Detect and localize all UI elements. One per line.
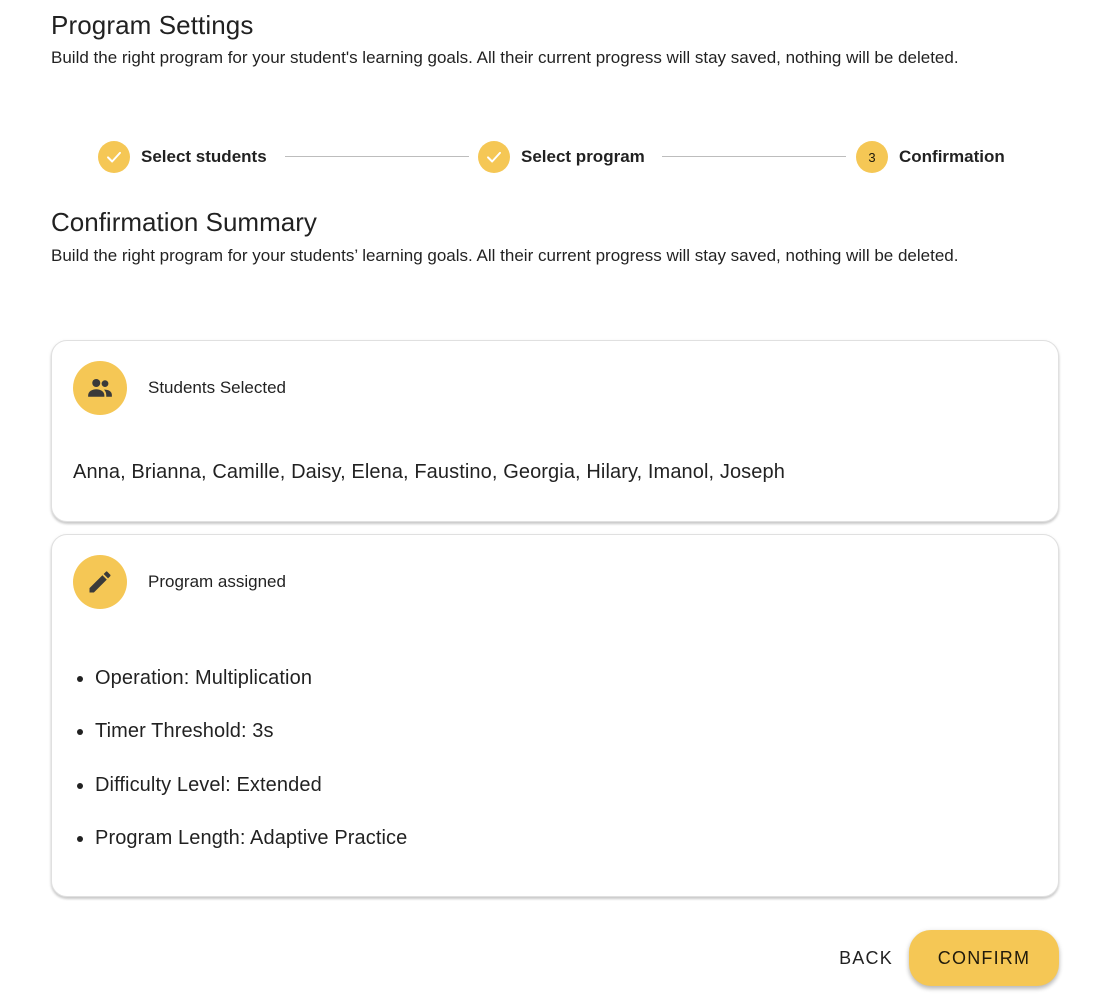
step-confirmation[interactable]: 3 Confirmation <box>856 140 1005 174</box>
step-select-program[interactable]: Select program <box>478 140 645 174</box>
card-header: Program assigned <box>73 555 286 609</box>
students-selected-card: Students Selected Anna, Brianna, Camille… <box>51 340 1059 522</box>
page-title: Program Settings <box>51 10 254 40</box>
step-number: 3 <box>868 149 876 165</box>
program-detail-timer: Timer Threshold: 3s <box>95 716 407 769</box>
program-detail-difficulty: Difficulty Level: Extended <box>95 770 407 823</box>
program-detail-operation: Operation: Multiplication <box>95 663 407 716</box>
program-assigned-card: Program assigned Operation: Multiplicati… <box>51 534 1059 897</box>
program-detail-length: Program Length: Adaptive Practice <box>95 823 407 876</box>
step-number-badge: 3 <box>856 141 888 173</box>
check-icon <box>98 141 130 173</box>
confirm-button[interactable]: CONFIRM <box>909 930 1059 986</box>
summary-description: Build the right program for your student… <box>51 246 959 265</box>
program-details-list: Operation: Multiplication Timer Threshol… <box>73 663 407 876</box>
selected-students-list: Anna, Brianna, Camille, Daisy, Elena, Fa… <box>73 461 785 483</box>
step-label: Select students <box>141 147 267 166</box>
card-title: Students Selected <box>148 378 286 397</box>
card-title: Program assigned <box>148 572 286 591</box>
step-select-students[interactable]: Select students <box>98 140 267 174</box>
step-label: Confirmation <box>899 147 1005 166</box>
back-button[interactable]: BACK <box>825 930 907 986</box>
step-label: Select program <box>521 147 645 166</box>
step-connector <box>662 156 846 157</box>
people-icon <box>73 361 127 415</box>
pencil-icon <box>73 555 127 609</box>
step-connector <box>285 156 469 157</box>
card-header: Students Selected <box>73 361 286 415</box>
stepper: Select students Select program 3 Confirm… <box>98 140 1010 174</box>
page-description: Build the right program for your student… <box>51 48 959 67</box>
check-icon <box>478 141 510 173</box>
summary-title: Confirmation Summary <box>51 207 317 237</box>
